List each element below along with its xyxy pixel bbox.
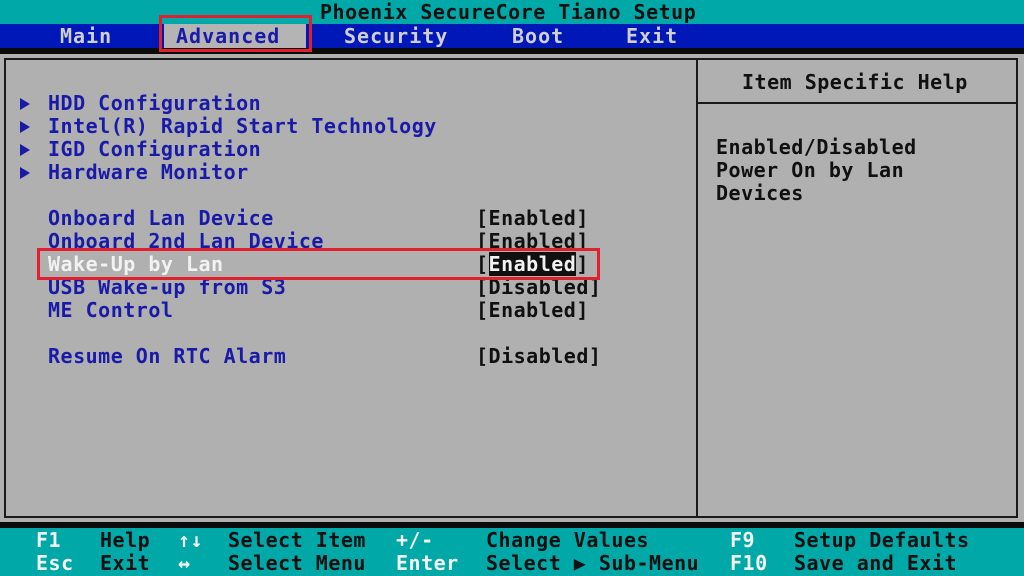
app-title: Phoenix SecureCore Tiano Setup (320, 0, 697, 24)
wake-up-by-lan-highlight-box (37, 248, 600, 280)
setting-value-onboard-lan-device[interactable]: [Enabled] (476, 207, 589, 230)
submenu-igd-configuration[interactable]: IGD Configuration (20, 138, 261, 161)
f10-key: F10 (730, 551, 768, 575)
f1-desc: Help (100, 528, 151, 552)
enter-desc: Select ▶ Sub-Menu (486, 551, 700, 575)
help-line: Devices (716, 181, 804, 205)
enter-key: Enter (396, 551, 459, 575)
setting-label: Resume On RTC Alarm (48, 344, 287, 368)
setting-onboard-lan-device[interactable]: Onboard Lan Device (20, 207, 273, 230)
submenu-label: IGD Configuration (48, 137, 262, 161)
setting-resume-on-rtc-alarm[interactable]: Resume On RTC Alarm (20, 345, 286, 368)
tab-main[interactable]: Main (60, 24, 112, 48)
submenu-hardware-monitor[interactable]: Hardware Monitor (20, 161, 248, 184)
submenu-arrow-icon (20, 98, 30, 110)
leftright-desc: Select Menu (228, 551, 366, 575)
title-bar: Phoenix SecureCore Tiano Setup (0, 0, 1024, 24)
f9-key: F9 (730, 528, 756, 552)
setting-me-control[interactable]: ME Control (20, 299, 173, 322)
tab-boot[interactable]: Boot (512, 24, 564, 48)
f10-desc: Save and Exit (794, 551, 958, 575)
setting-label: ME Control (48, 298, 174, 322)
setting-value-resume-on-rtc-alarm[interactable]: [Disabled] (476, 345, 601, 368)
submenu-arrow-icon (20, 144, 30, 156)
main-panel: HDD Configuration Intel(R) Rapid Start T… (0, 54, 1024, 522)
up-down-arrows-icon: ↑↓ (178, 528, 204, 552)
tab-exit[interactable]: Exit (626, 24, 678, 48)
submenu-hdd-configuration[interactable]: HDD Configuration (20, 92, 261, 115)
submenu-label: Hardware Monitor (48, 160, 249, 184)
submenu-label: HDD Configuration (48, 91, 262, 115)
f9-desc: Setup Defaults (794, 528, 970, 552)
help-text: Enabled/Disabled Power On by Lan Devices (716, 136, 917, 205)
tab-security[interactable]: Security (344, 24, 448, 48)
help-line: Power On by Lan (716, 158, 905, 182)
submenu-arrow-icon (20, 121, 30, 133)
f1-key: F1 (36, 528, 62, 552)
plusminus-desc: Change Values (486, 528, 650, 552)
submenu-arrow-icon (20, 167, 30, 179)
updown-desc: Select Item (228, 528, 366, 552)
left-right-arrow-icon: ↔ (178, 551, 191, 575)
setting-value-me-control[interactable]: [Enabled] (476, 299, 589, 322)
esc-desc: Exit (100, 551, 151, 575)
help-title-divider (698, 102, 1018, 104)
advanced-tab-highlight-box (159, 15, 312, 52)
plus-minus-key: +/- (396, 528, 434, 552)
help-divider (696, 58, 698, 518)
submenu-rapid-start-technology[interactable]: Intel(R) Rapid Start Technology (20, 115, 436, 138)
menu-bar: Main Advanced Security Boot Exit (0, 24, 1024, 48)
key-legend-bar: F1 Help Esc Exit ↑↓ Select Item ↔ Select… (0, 528, 1024, 576)
esc-key: Esc (36, 551, 74, 575)
submenu-label: Intel(R) Rapid Start Technology (48, 114, 437, 138)
setting-label: Onboard Lan Device (48, 206, 274, 230)
help-line: Enabled/Disabled (716, 135, 917, 159)
help-title: Item Specific Help (742, 70, 968, 94)
